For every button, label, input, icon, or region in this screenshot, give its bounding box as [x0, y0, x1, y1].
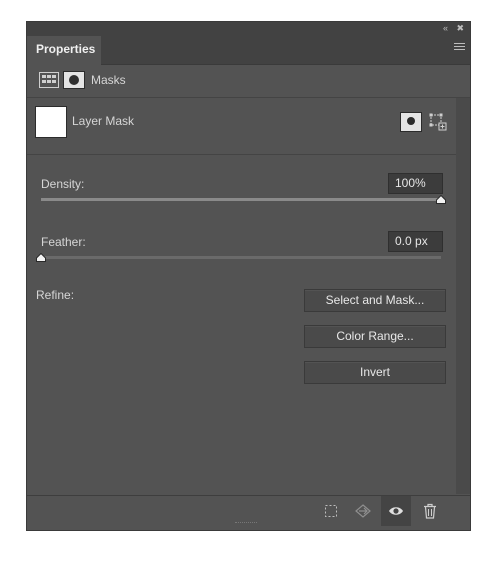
feather-label: Feather: [41, 235, 86, 249]
panel-tab-bar: Properties [27, 34, 470, 65]
layer-mask-row: Layer Mask [27, 98, 457, 155]
masks-label: Masks [91, 73, 126, 87]
layer-mask-label: Layer Mask [72, 114, 135, 128]
pixel-mask-icon[interactable] [39, 72, 59, 88]
collapse-icon[interactable]: « [443, 22, 448, 34]
panel-menu-icon[interactable] [454, 43, 465, 52]
density-slider-thumb[interactable] [436, 195, 446, 204]
color-range-button[interactable]: Color Range... [304, 325, 446, 348]
delete-trash-icon[interactable] [415, 496, 445, 526]
apply-mask-icon[interactable] [348, 496, 378, 526]
panel-scrollbar[interactable] [456, 98, 470, 494]
layer-mask-thumbnail[interactable] [35, 106, 67, 138]
load-selection-icon[interactable] [316, 496, 346, 526]
visibility-eye-icon[interactable] [381, 496, 411, 526]
masks-header-row: Masks [27, 65, 470, 98]
add-pixel-mask-icon[interactable] [400, 112, 422, 132]
panel-top-strip: « ✖ [27, 22, 470, 34]
refine-label: Refine: [36, 288, 75, 302]
properties-panel: « ✖ Properties Masks Layer Mask Density:… [26, 21, 471, 531]
vector-mask-icon[interactable] [63, 71, 85, 89]
density-value-field[interactable]: 100% [388, 173, 443, 194]
add-vector-mask-icon[interactable] [428, 112, 448, 132]
select-and-mask-button[interactable]: Select and Mask... [304, 289, 446, 312]
density-slider[interactable] [41, 195, 446, 204]
resize-grip[interactable] [235, 522, 257, 525]
density-label: Density: [41, 177, 85, 191]
feather-slider[interactable] [36, 253, 441, 262]
density-slider-fill [41, 198, 441, 201]
feather-slider-thumb[interactable] [36, 253, 46, 262]
tab-properties[interactable]: Properties [27, 36, 101, 65]
invert-button[interactable]: Invert [304, 361, 446, 384]
feather-value-field[interactable]: 0.0 px [388, 231, 443, 252]
close-icon[interactable]: ✖ [456, 22, 464, 34]
panel-bottom-bar [27, 495, 470, 526]
